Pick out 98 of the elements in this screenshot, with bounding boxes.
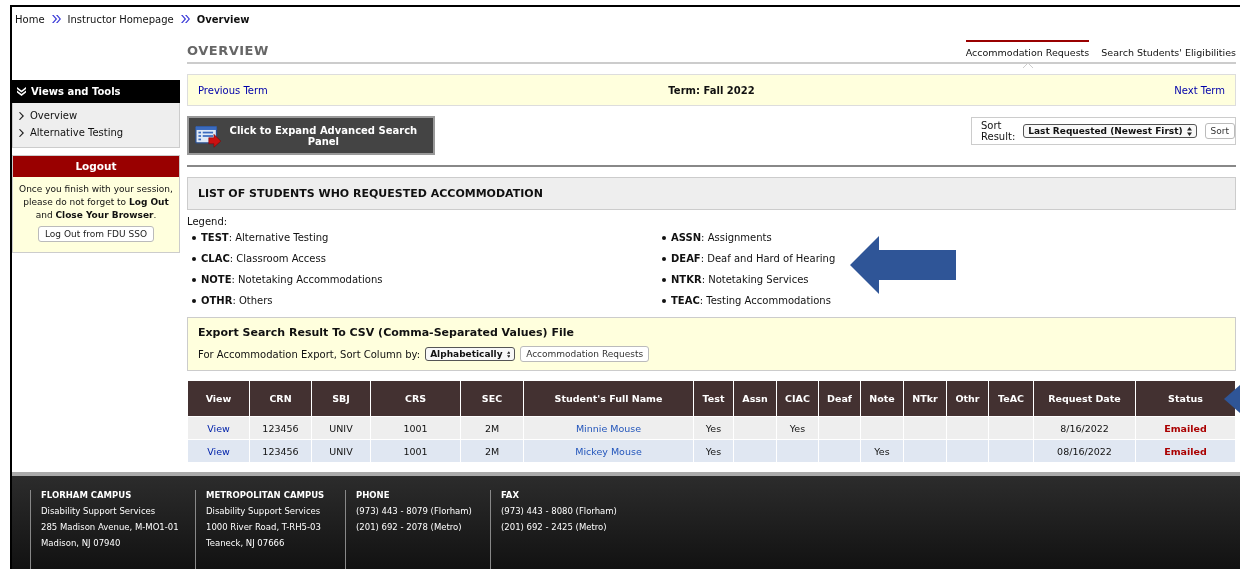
column-header: Note bbox=[860, 381, 904, 417]
footer-text: Disability Support Services bbox=[206, 506, 322, 516]
logout-button[interactable]: Log Out from FDU SSO bbox=[38, 226, 154, 242]
table-cell: 2M bbox=[484, 445, 500, 457]
table-cell: 123456 bbox=[262, 445, 299, 457]
column-header: Deaf bbox=[818, 381, 861, 417]
chevron-icon bbox=[180, 15, 190, 23]
arrow-icon bbox=[850, 236, 956, 294]
column-header: View bbox=[187, 381, 250, 417]
view-link[interactable]: View bbox=[207, 422, 230, 434]
footer-heading: FLORHAM CAMPUS bbox=[41, 490, 133, 500]
bullet-icon bbox=[192, 256, 196, 261]
double-chevron-icon bbox=[17, 87, 26, 96]
status-text: Emailed bbox=[1164, 445, 1207, 457]
sort-label: Sort Result: bbox=[981, 120, 1016, 142]
term-label: Term: Fall 2022 bbox=[668, 84, 755, 96]
legend-item: CLAC: Classroom Access bbox=[201, 253, 326, 264]
previous-term-link[interactable]: Previous Term bbox=[198, 84, 669, 96]
sort-button[interactable]: Sort bbox=[1204, 123, 1236, 139]
tab[interactable]: Search Students' Eligibilities bbox=[1101, 40, 1236, 62]
updown-arrow-icon bbox=[1186, 126, 1192, 136]
export-button[interactable]: Accommodation Requests bbox=[520, 346, 650, 362]
logout-message: Once you finish with your session, please do not forget to Log Out and Close Your Browser. bbox=[18, 183, 174, 222]
export-sort-label: For Accommodation Export, Sort Column by: bbox=[198, 348, 421, 360]
legend-item: ASSN: Assignments bbox=[671, 232, 772, 243]
student-name-link[interactable]: Minnie Mouse bbox=[575, 422, 642, 434]
table-cell: Yes bbox=[874, 445, 890, 457]
column-header: Student's Full Name bbox=[523, 381, 694, 417]
sidebar-link[interactable]: Overview bbox=[30, 110, 78, 121]
bullet-icon bbox=[662, 235, 666, 240]
legend-item: TEST: Alternative Testing bbox=[201, 232, 329, 243]
footer-text: (201) 692 - 2078 (Metro) bbox=[356, 522, 463, 532]
sort-select[interactable]: Last Requested (Newest First) bbox=[1023, 124, 1197, 138]
table-cell: Yes bbox=[705, 445, 722, 457]
column-header: Test bbox=[693, 381, 734, 417]
footer-text: (973) 443 - 8079 (Florham) bbox=[356, 506, 473, 516]
section-heading: LIST OF STUDENTS WHO REQUESTED ACCOMMODATION bbox=[187, 177, 1236, 210]
footer-heading: METROPOLITAN CAMPUS bbox=[206, 490, 326, 500]
table-cell: 1001 bbox=[403, 422, 428, 434]
breadcrumb-link[interactable]: Home bbox=[15, 13, 45, 25]
export-title: Export Search Result To CSV (Comma-Separated Values) File bbox=[198, 326, 575, 339]
table-cell: 8/16/2022 bbox=[1060, 422, 1109, 434]
column-header: CIAC bbox=[776, 381, 819, 417]
footer-heading: FAX bbox=[501, 490, 520, 500]
column-header: Request Date bbox=[1033, 381, 1136, 417]
footer-text: (201) 692 - 2425 (Metro) bbox=[501, 522, 608, 532]
logout-header: Logout bbox=[13, 156, 179, 177]
table-cell: 123456 bbox=[262, 422, 299, 434]
footer-text: Teaneck, NJ 07666 bbox=[206, 538, 286, 548]
legend-item: NTKR: Notetaking Services bbox=[671, 274, 809, 285]
expand-search-button[interactable]: Click to Expand Advanced Search Panel bbox=[187, 116, 435, 155]
footer-text: 1000 River Road, T-RH5-03 bbox=[206, 522, 322, 532]
updown-arrow-icon bbox=[506, 349, 511, 359]
page-title: OVERVIEW bbox=[187, 43, 269, 58]
column-header: SEC bbox=[460, 381, 524, 417]
bullet-icon bbox=[192, 235, 196, 240]
next-term-link[interactable]: Next Term bbox=[1174, 84, 1225, 96]
footer-heading: PHONE bbox=[356, 490, 391, 500]
bullet-icon bbox=[192, 298, 196, 303]
bullet-icon bbox=[192, 277, 196, 282]
sidebar-link[interactable]: Alternative Testing bbox=[30, 127, 124, 138]
table-cell: 08/16/2022 bbox=[1057, 445, 1112, 457]
table-cell: Yes bbox=[789, 422, 806, 434]
bullet-icon bbox=[662, 256, 666, 261]
column-header: TeAC bbox=[988, 381, 1034, 417]
column-header: SBJ bbox=[311, 381, 371, 417]
column-header: Status bbox=[1135, 381, 1236, 417]
legend-label: Legend: bbox=[187, 216, 229, 227]
panel-title: Views and Tools bbox=[31, 86, 121, 97]
column-header: NTkr bbox=[903, 381, 947, 417]
table-cell: UNIV bbox=[329, 422, 353, 434]
bullet-icon bbox=[662, 298, 666, 303]
legend-item: NOTE: Notetaking Accommodations bbox=[201, 274, 383, 285]
student-name-link[interactable]: Mickey Mouse bbox=[575, 445, 642, 457]
footer-text: 285 Madison Avenue, M-MO1-01 bbox=[41, 522, 180, 532]
table-cell: Yes bbox=[705, 422, 722, 434]
column-header: CRS bbox=[370, 381, 461, 417]
legend-item: OTHR: Others bbox=[201, 295, 273, 306]
arrow-icon bbox=[1224, 385, 1240, 413]
export-sort-select[interactable]: Alphabetically bbox=[425, 347, 516, 361]
bullet-icon bbox=[662, 277, 666, 282]
table-cell: 1001 bbox=[403, 445, 428, 457]
legend-item: DEAF: Deaf and Hard of Hearing bbox=[671, 253, 836, 264]
table-cell: UNIV bbox=[329, 445, 353, 457]
view-link[interactable]: View bbox=[207, 445, 230, 457]
column-header: CRN bbox=[249, 381, 312, 417]
status-text: Emailed bbox=[1164, 422, 1207, 434]
breadcrumb-link[interactable]: Overview bbox=[196, 13, 250, 25]
footer-text: Disability Support Services bbox=[41, 506, 157, 516]
table-cell: 2M bbox=[484, 422, 500, 434]
legend-item: TEAC: Testing Accommodations bbox=[671, 295, 831, 306]
breadcrumb-link[interactable]: Instructor Homepage bbox=[67, 13, 174, 25]
column-header: Othr bbox=[946, 381, 989, 417]
chevron-icon bbox=[51, 15, 61, 23]
tab[interactable]: Accommodation Requests bbox=[965, 40, 1090, 62]
footer-text: (973) 443 - 8080 (Florham) bbox=[501, 506, 618, 516]
footer-text: Madison, NJ 07940 bbox=[41, 538, 122, 548]
column-header: Assn bbox=[733, 381, 777, 417]
